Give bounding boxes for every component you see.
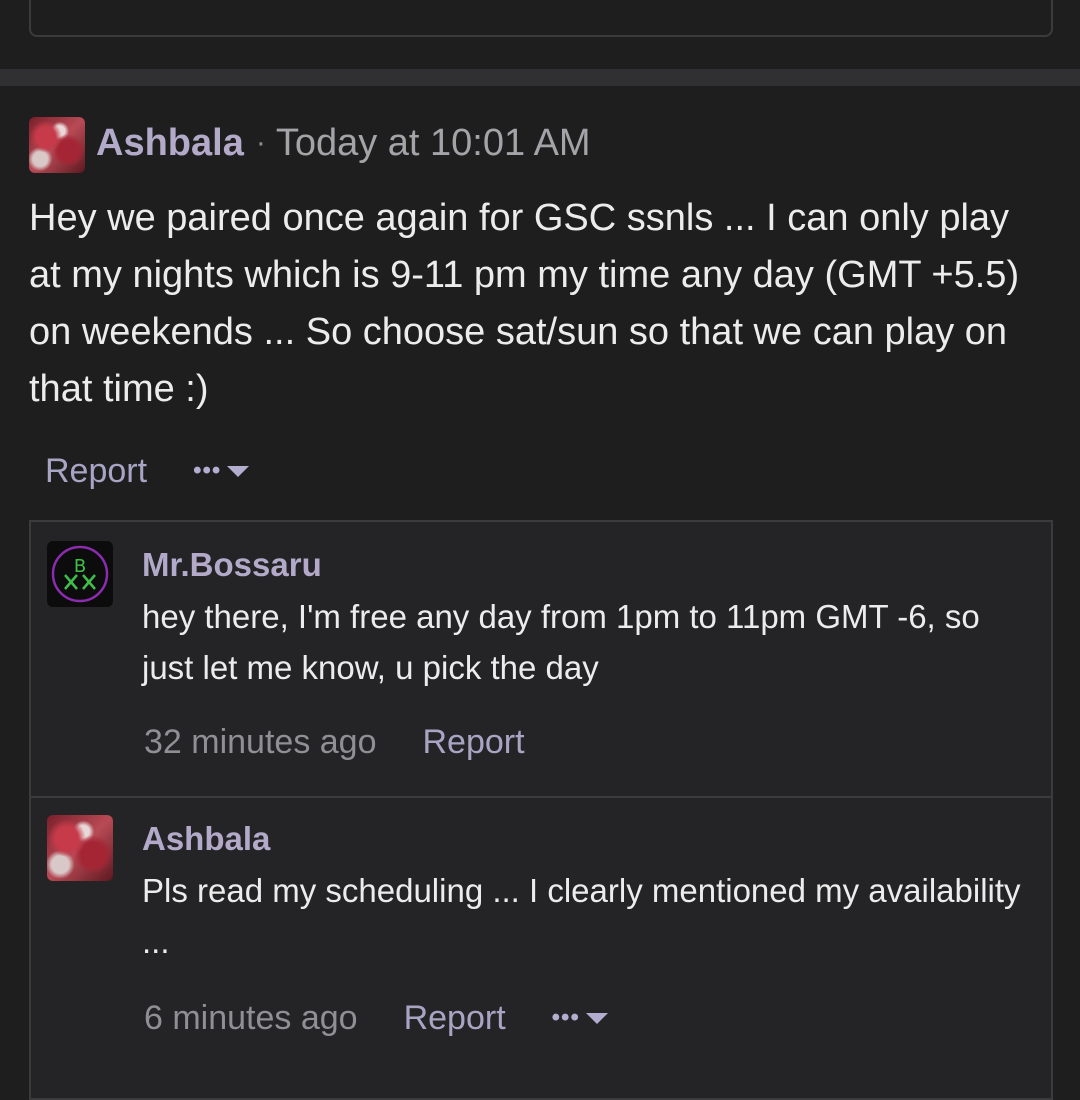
- timestamp[interactable]: 32 minutes ago: [144, 723, 377, 762]
- comment-body: Hey we paired once again for GSC ssnls .…: [29, 197, 1020, 410]
- comment-header: Ashbala · Today at 10:01 AM: [96, 118, 591, 168]
- report-button[interactable]: Report: [45, 452, 147, 491]
- caret-down-icon: [585, 1012, 608, 1024]
- report-button[interactable]: Report: [404, 999, 506, 1038]
- more-options-button[interactable]: •••: [552, 1004, 608, 1032]
- reply-actions: 32 minutes ago Report: [144, 718, 525, 766]
- caret-down-icon: [227, 465, 250, 477]
- timestamp[interactable]: 6 minutes ago: [144, 999, 358, 1038]
- avatar-logo-icon: B: [51, 545, 109, 603]
- avatar[interactable]: [47, 815, 113, 881]
- ellipsis-icon: •••: [551, 1004, 580, 1031]
- avatar[interactable]: B: [47, 541, 113, 607]
- more-options-button[interactable]: •••: [193, 457, 250, 485]
- reply-actions: 6 minutes ago Report •••: [144, 994, 608, 1042]
- username[interactable]: Mr.Bossaru: [142, 546, 322, 584]
- reply-body: Pls read my scheduling ... I clearly men…: [142, 872, 1021, 960]
- report-button[interactable]: Report: [423, 723, 525, 762]
- replies-panel: B Mr.Bossaru hey there, I'm free any day…: [29, 520, 1053, 1100]
- separator: ·: [255, 126, 266, 159]
- reply-divider: [31, 796, 1051, 798]
- svg-text:B: B: [74, 556, 86, 577]
- reply-body: hey there, I'm free any day from 1pm to …: [142, 598, 980, 686]
- timestamp[interactable]: Today at 10:01 AM: [276, 122, 591, 165]
- ellipsis-icon: •••: [193, 457, 222, 484]
- avatar[interactable]: [29, 117, 85, 173]
- username[interactable]: Ashbala: [96, 122, 244, 165]
- comment-divider: [0, 69, 1080, 86]
- comment-actions: Report •••: [45, 446, 250, 496]
- previous-comment-card: [29, 0, 1053, 37]
- username[interactable]: Ashbala: [142, 820, 270, 858]
